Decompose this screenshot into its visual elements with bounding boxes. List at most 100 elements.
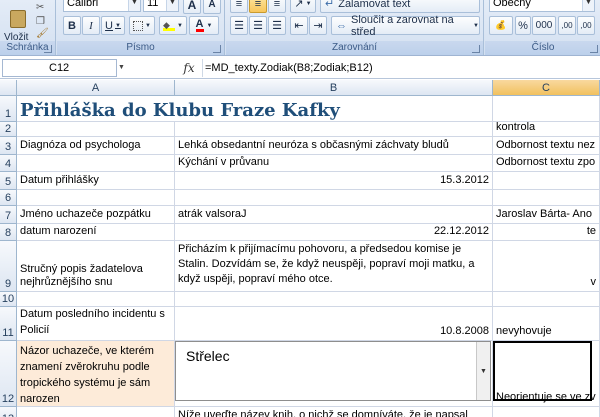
align-center-button[interactable]: ☰ <box>249 16 267 35</box>
cell-a11[interactable]: Datum posledního incidentu s Policií <box>17 307 175 341</box>
align-middle-button[interactable]: ≡ <box>249 0 267 13</box>
cell-c4[interactable]: Odbornost textu zpo <box>493 155 600 172</box>
cell-c9[interactable]: v <box>493 241 600 292</box>
name-box[interactable]: C12 <box>2 59 117 77</box>
row-header[interactable]: 3 <box>0 137 17 155</box>
cell-a4[interactable] <box>17 155 175 172</box>
cell-c10[interactable] <box>493 292 600 307</box>
cell-a13[interactable] <box>17 407 175 417</box>
align-bottom-button[interactable]: ≡ <box>268 0 286 13</box>
chevron-down-icon: ▼ <box>305 0 312 7</box>
column-header-b[interactable]: B <box>175 80 493 96</box>
row-header[interactable]: 10 <box>0 292 17 307</box>
grow-font-button[interactable]: A <box>183 0 201 14</box>
row-header[interactable]: 1 <box>0 96 17 122</box>
cell-c11[interactable]: nevyhovuje <box>493 307 600 341</box>
number-launcher-icon[interactable] <box>590 45 598 53</box>
wrap-text-button[interactable]: ↵ Zalamovat text <box>320 0 480 13</box>
cell-a3[interactable]: Diagnóza od psychologa <box>17 137 175 155</box>
formula-input[interactable]: =MD_texty.Zodiak(B8;Zodiak;B12) <box>202 59 600 77</box>
shrink-font-button[interactable]: A <box>203 0 221 14</box>
row-header[interactable]: 2 <box>0 122 17 137</box>
cell-b2[interactable] <box>175 122 493 137</box>
row-header[interactable]: 5 <box>0 172 17 190</box>
underline-button[interactable]: U ▼ <box>101 16 125 35</box>
increase-decimal-button[interactable]: ,00 <box>558 16 576 35</box>
currency-button[interactable]: 💰 <box>489 16 513 35</box>
cell-b8[interactable]: 22.12.2012 <box>175 224 493 241</box>
cell-b13[interactable]: Níže uveďte název knih, o nichž se domní… <box>175 407 493 417</box>
row-header[interactable]: 8 <box>0 224 17 241</box>
cell-b3[interactable]: Lehká obsedantní neuróza s občasnými zác… <box>175 137 493 155</box>
align-top-icon: ≡ <box>235 0 243 10</box>
bold-button[interactable]: B <box>63 16 81 35</box>
font-color-button[interactable]: A ▼ <box>189 16 219 35</box>
decrease-indent-button[interactable]: ⇤ <box>290 16 308 35</box>
cell-c12[interactable]: Neorientuje se ve zv <box>493 341 600 407</box>
cell-a12[interactable]: Názor uchazeče, ve kterém znamení zvěrok… <box>17 341 175 407</box>
number-group-label: Číslo <box>485 41 600 55</box>
cell-a1[interactable]: Přihláška do Klubu Fraze Kafky <box>17 96 493 122</box>
number-format-value: Obecný <box>493 0 531 9</box>
cell-c5[interactable] <box>493 172 600 190</box>
row-header[interactable]: 12 <box>0 341 17 407</box>
cell-b10[interactable] <box>175 292 493 307</box>
cut-icon[interactable]: ✂ <box>36 2 50 14</box>
paste-button[interactable]: Vložit <box>2 10 34 43</box>
cell-b9[interactable]: Přicházím k přijímacímu pohovoru, a před… <box>175 241 493 292</box>
row-header[interactable]: 7 <box>0 206 17 224</box>
cell-b7[interactable]: atrák valsorаJ <box>175 206 493 224</box>
cell-c7[interactable]: Jaroslav Bárta- Ano <box>493 206 600 224</box>
zodiac-dropdown[interactable]: Střelec ▼ <box>175 341 491 401</box>
chevron-down-icon[interactable]: ▼ <box>118 59 130 77</box>
cell-b5[interactable]: 15.3.2012 <box>175 172 493 190</box>
insert-function-button[interactable]: fx <box>178 59 200 77</box>
font-name-combo[interactable]: Calibri ▼ <box>63 0 141 12</box>
decrease-decimal-button[interactable]: ,00 <box>577 16 595 35</box>
cell-b11[interactable]: 10.8.2008 <box>175 307 493 341</box>
cell-a2[interactable] <box>17 122 175 137</box>
clipboard-launcher-icon[interactable] <box>44 45 52 53</box>
align-left-button[interactable]: ☰ <box>230 16 248 35</box>
row-header[interactable]: 11 <box>0 307 17 341</box>
align-right-button[interactable]: ☰ <box>268 16 286 35</box>
copy-icon[interactable]: ❐ <box>36 16 50 28</box>
merge-center-button[interactable]: ⇔ Sloučit a zarovnat na střed ▼ <box>331 14 480 38</box>
number-format-combo[interactable]: Obecný ▼ <box>489 0 595 12</box>
column-header-c[interactable]: C <box>493 80 600 96</box>
chevron-down-icon[interactable]: ▼ <box>476 342 490 400</box>
cell-a9[interactable]: Stručný popis žadatelova nejhrůznějšího … <box>17 241 175 292</box>
cell-c8[interactable]: te <box>493 224 600 241</box>
column-header-a[interactable]: A <box>17 80 175 96</box>
format-painter-icon[interactable]: 🖌 <box>36 28 50 40</box>
italic-button[interactable]: I <box>82 16 100 35</box>
chevron-down-icon: ▼ <box>145 22 151 29</box>
cell-a6[interactable] <box>17 190 175 206</box>
row-header[interactable]: 6 <box>0 190 17 206</box>
cell-a7[interactable]: Jméno uchazeče pozpátku <box>17 206 175 224</box>
cell-c2[interactable]: kontrola <box>493 122 600 137</box>
cell-c13[interactable] <box>493 407 600 417</box>
cell-a5[interactable]: Datum přihlášky <box>17 172 175 190</box>
row-header[interactable]: 9 <box>0 241 17 292</box>
cell-c3[interactable]: Odbornost textu nez <box>493 137 600 155</box>
increase-indent-button[interactable]: ⇥ <box>309 16 327 35</box>
thousands-button[interactable]: 000 <box>532 16 556 35</box>
font-size-combo[interactable]: 11 ▼ <box>143 0 179 12</box>
row-header[interactable]: 13 <box>0 407 17 417</box>
cell-b4[interactable]: Kýchání v průvanu <box>175 155 493 172</box>
fill-color-button[interactable]: ◆ ▼ <box>159 16 187 35</box>
alignment-launcher-icon[interactable] <box>472 45 480 53</box>
borders-button[interactable]: ▼ <box>129 16 155 35</box>
cell-a8[interactable]: datum narození <box>17 224 175 241</box>
cell-a10[interactable] <box>17 292 175 307</box>
select-all-corner[interactable] <box>0 80 17 96</box>
percent-button[interactable]: % <box>515 16 531 35</box>
row-header[interactable]: 4 <box>0 155 17 172</box>
font-launcher-icon[interactable] <box>213 45 221 53</box>
cell-c1[interactable] <box>493 96 600 122</box>
cell-c6[interactable] <box>493 190 600 206</box>
orientation-button[interactable]: ↗ ▼ <box>290 0 316 13</box>
align-top-button[interactable]: ≡ <box>230 0 248 13</box>
cell-b6[interactable] <box>175 190 493 206</box>
